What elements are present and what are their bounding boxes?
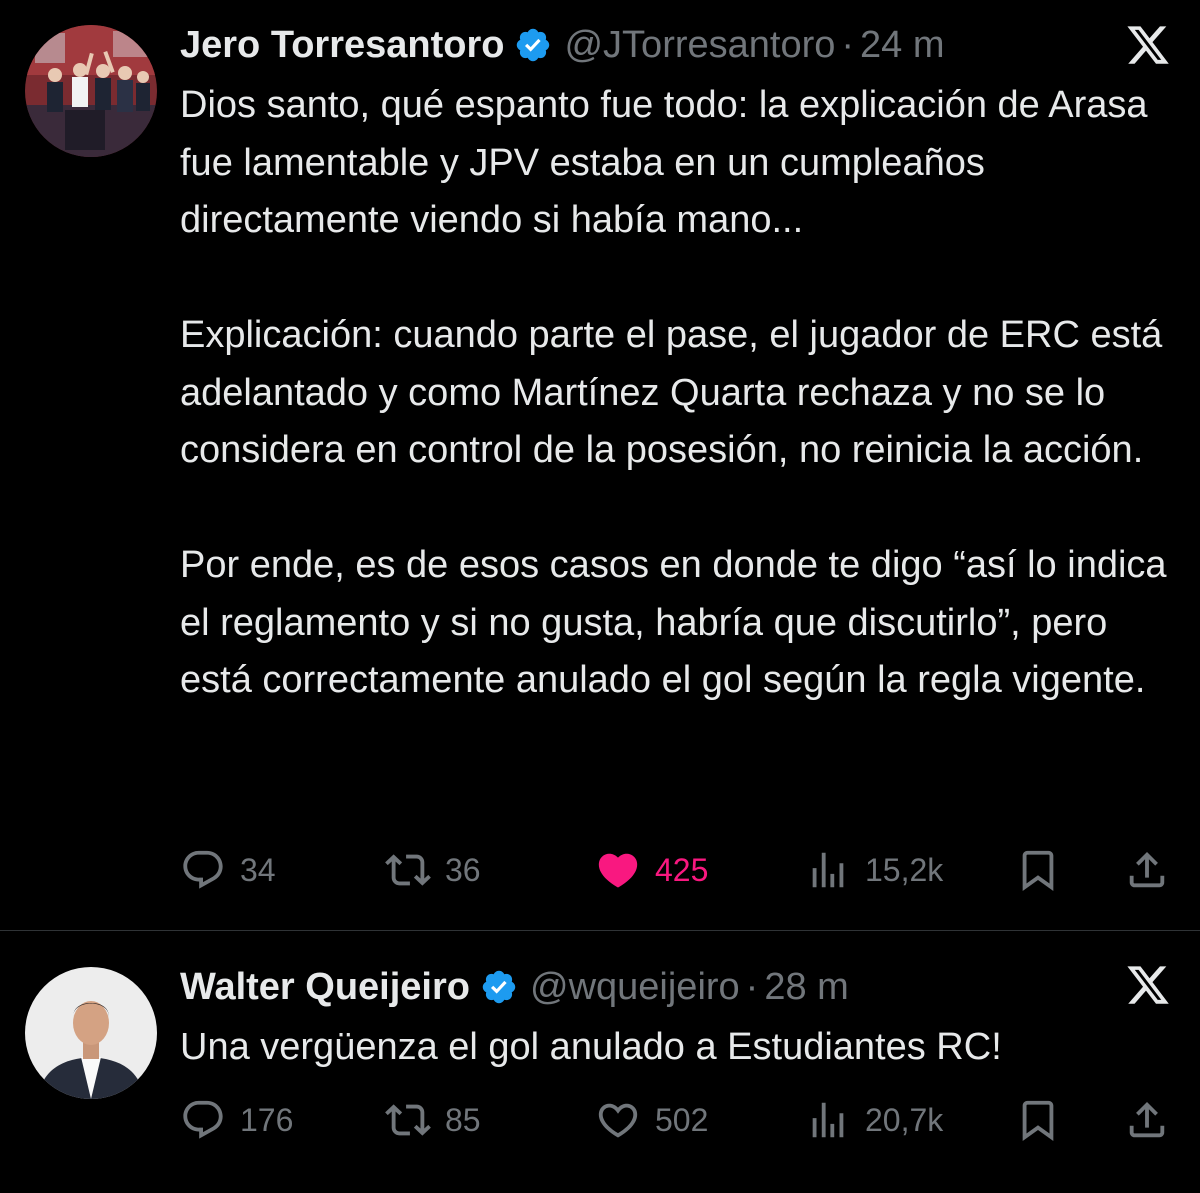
tweet-paragraph: Dios santo, qué espanto fue todo: la exp… bbox=[180, 84, 1159, 241]
repost-count: 85 bbox=[445, 1101, 481, 1138]
reply-count: 176 bbox=[240, 1101, 294, 1138]
handle[interactable]: @JTorresantoro bbox=[564, 24, 835, 67]
repost-count: 36 bbox=[445, 851, 481, 888]
verified-badge-icon bbox=[482, 970, 516, 1004]
views-count: 20,7k bbox=[865, 1101, 944, 1138]
views-button[interactable]: 15,2k bbox=[805, 840, 943, 900]
tweet-paragraph: Por ende, es de esos casos en donde te d… bbox=[180, 544, 1178, 701]
views-count: 15,2k bbox=[865, 851, 944, 888]
repost-button[interactable]: 36 bbox=[385, 840, 481, 900]
separator-dot: · bbox=[841, 23, 855, 66]
display-name[interactable]: Jero Torresantoro bbox=[180, 24, 504, 67]
bookmark-button[interactable] bbox=[1015, 840, 1061, 900]
handle[interactable]: @wqueijeiro bbox=[530, 966, 740, 1009]
verified-badge-icon bbox=[517, 28, 550, 62]
bookmark-button[interactable] bbox=[1015, 1090, 1061, 1150]
avatar-image bbox=[25, 967, 157, 1099]
like-count: 425 bbox=[655, 851, 709, 888]
reply-icon bbox=[183, 1100, 223, 1139]
reply-icon bbox=[183, 850, 223, 889]
like-count: 502 bbox=[655, 1101, 709, 1138]
display-name[interactable]: Walter Queijeiro bbox=[180, 966, 470, 1009]
share-icon bbox=[1129, 851, 1165, 888]
share-icon bbox=[1129, 1101, 1165, 1138]
bookmark-icon bbox=[1022, 850, 1054, 891]
reply-count: 34 bbox=[240, 851, 276, 888]
heart-outline-icon bbox=[598, 1103, 638, 1138]
share-button[interactable] bbox=[1124, 1090, 1170, 1150]
heart-filled-icon bbox=[598, 853, 638, 888]
avatar[interactable] bbox=[25, 967, 157, 1099]
avatar-image bbox=[25, 25, 157, 157]
tweet-paragraph: Explicación: cuando parte el pase, el ju… bbox=[180, 314, 1173, 471]
like-button[interactable]: 502 bbox=[595, 1090, 708, 1150]
tweet-actions: 176 85 502 20,7k bbox=[180, 1090, 1170, 1150]
views-icon bbox=[812, 852, 844, 888]
x-logo-icon bbox=[1127, 26, 1169, 64]
reply-button[interactable]: 34 bbox=[180, 840, 276, 900]
x-logo-icon bbox=[1127, 966, 1169, 1004]
timestamp[interactable]: 24 m bbox=[860, 24, 944, 67]
tweet[interactable]: Jero Torresantoro @JTorresantoro · 24 m … bbox=[0, 0, 1200, 930]
repost-icon bbox=[385, 1104, 431, 1136]
separator-dot: · bbox=[745, 965, 759, 1008]
reply-button[interactable]: 176 bbox=[180, 1090, 293, 1150]
tweet-actions: 34 36 425 15,2k bbox=[180, 840, 1170, 900]
bookmark-icon bbox=[1022, 1100, 1054, 1141]
tweet[interactable]: Walter Queijeiro @wqueijeiro · 28 m Una … bbox=[0, 931, 1200, 1193]
timestamp[interactable]: 28 m bbox=[764, 966, 848, 1009]
repost-icon bbox=[385, 854, 431, 886]
tweet-paragraph: Una vergüenza el gol anulado a Estudiant… bbox=[180, 1026, 1002, 1068]
views-icon bbox=[812, 1102, 844, 1138]
avatar[interactable] bbox=[25, 25, 157, 157]
share-button[interactable] bbox=[1124, 840, 1170, 900]
tweet-text: Una vergüenza el gol anulado a Estudiant… bbox=[180, 1019, 1180, 1077]
repost-button[interactable]: 85 bbox=[385, 1090, 481, 1150]
like-button[interactable]: 425 bbox=[595, 840, 708, 900]
views-button[interactable]: 20,7k bbox=[805, 1090, 943, 1150]
tweet-header: Walter Queijeiro @wqueijeiro · 28 m bbox=[180, 962, 849, 1012]
tweet-text: Dios santo, qué espanto fue todo: la exp… bbox=[180, 77, 1180, 710]
tweet-header: Jero Torresantoro @JTorresantoro · 24 m bbox=[180, 20, 945, 70]
